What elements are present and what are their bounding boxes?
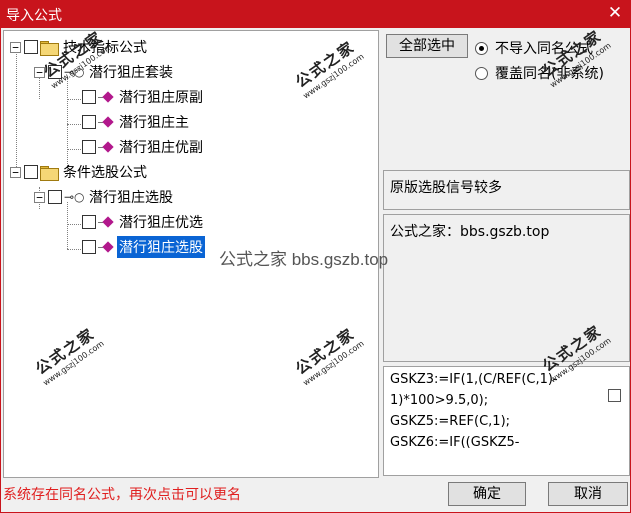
tree-node-stock-screen[interactable]: − 条件选股公式 bbox=[10, 161, 149, 183]
ok-button[interactable]: 确定 bbox=[448, 482, 526, 506]
tree-line bbox=[67, 202, 68, 249]
dialog-body: − 技术指标公式 − ⊸○ 潜行狙庄套装 潜行狙庄原副 潜行狙庄主 潜行狙庄优副 bbox=[0, 26, 631, 513]
collapse-icon[interactable]: − bbox=[34, 191, 45, 203]
watermark-stamp: 公式之家 www.gszj100.com bbox=[292, 37, 366, 101]
tree-node-label: 潜行狙庄选股 bbox=[89, 190, 173, 206]
tree-node-label: 潜行狙庄优副 bbox=[119, 140, 203, 156]
status-message: 系统存在同名公式，再次点击可以更名 bbox=[3, 487, 241, 503]
tree-node-label: 潜行狙庄原副 bbox=[119, 90, 203, 106]
tree-checkbox[interactable] bbox=[24, 40, 38, 54]
select-all-button[interactable]: 全部选中 bbox=[386, 34, 468, 58]
window-title: 导入公式 bbox=[6, 8, 62, 24]
close-icon[interactable]: ✕ bbox=[605, 2, 625, 24]
tree-line bbox=[67, 249, 81, 250]
key-icon: ⊸○ bbox=[64, 190, 85, 204]
tree-node-label: 条件选股公式 bbox=[63, 165, 147, 181]
watermark-stamp: 公式之家 www.gszj100.com bbox=[32, 324, 106, 388]
tree-node-label: 潜行狙庄选股 bbox=[117, 236, 205, 258]
tree-node-screen-suite[interactable]: − ⊸○ 潜行狙庄选股 bbox=[34, 186, 175, 208]
formula-icon bbox=[98, 240, 114, 254]
watermark-overlay-text: 公式之家 bbs.gszb.top bbox=[219, 250, 389, 269]
formula-icon bbox=[98, 140, 114, 154]
tree-checkbox[interactable] bbox=[48, 190, 62, 204]
tree-line bbox=[67, 224, 81, 225]
tree-node-item[interactable]: 潜行狙庄优副 bbox=[82, 136, 205, 158]
description-text: 原版选股信号较多 bbox=[390, 180, 502, 196]
collapse-icon[interactable]: − bbox=[10, 41, 21, 53]
radio-icon[interactable] bbox=[475, 66, 488, 80]
tree-node-item[interactable]: 潜行狙庄主 bbox=[82, 111, 191, 133]
title-bar: 导入公式 ✕ bbox=[0, 0, 631, 28]
description-box: 原版选股信号较多 bbox=[383, 170, 630, 210]
tree-node-label: 潜行狙庄主 bbox=[119, 115, 189, 131]
tree-node-item-selected[interactable]: 潜行狙庄选股 bbox=[82, 236, 205, 258]
formula-icon bbox=[98, 215, 114, 229]
radio-selected-icon[interactable] bbox=[475, 41, 488, 55]
cancel-button[interactable]: 取消 bbox=[548, 482, 628, 506]
formula-icon bbox=[98, 115, 114, 129]
tree-line bbox=[16, 51, 17, 171]
tree-checkbox[interactable] bbox=[82, 240, 96, 254]
folder-icon bbox=[40, 165, 59, 181]
tree-checkbox[interactable] bbox=[82, 215, 96, 229]
tree-node-item[interactable]: 潜行狙庄优选 bbox=[82, 211, 205, 233]
watermark-stamp: 公式之家 www.gszj100.com bbox=[539, 26, 613, 90]
tree-node-label: 潜行狙庄优选 bbox=[119, 215, 203, 231]
source-text: 公式之家：bbs.gszb.top bbox=[390, 224, 550, 240]
folder-icon bbox=[40, 40, 59, 56]
collapse-icon[interactable]: − bbox=[10, 166, 21, 178]
tree-line bbox=[67, 149, 81, 150]
tree-checkbox[interactable] bbox=[82, 140, 96, 154]
tree-checkbox[interactable] bbox=[24, 165, 38, 179]
watermark-stamp: 公式之家 www.gszj100.com bbox=[292, 324, 366, 388]
